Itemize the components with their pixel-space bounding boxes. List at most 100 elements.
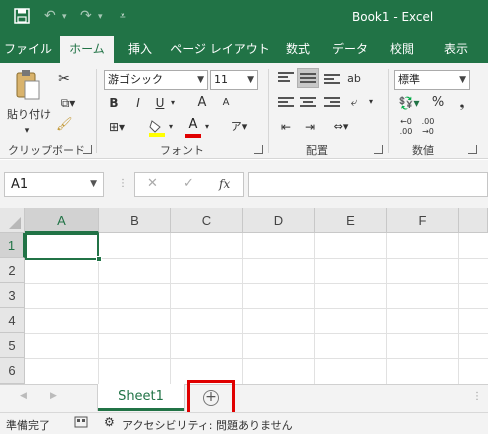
redo-icon[interactable]: ↷ bbox=[80, 8, 92, 24]
accessibility-icon[interactable]: ⚙ bbox=[104, 415, 115, 429]
row-header[interactable]: 4 bbox=[0, 308, 25, 333]
redo-dropdown-icon[interactable]: ▾ bbox=[98, 12, 103, 22]
align-bottom-icon[interactable] bbox=[324, 74, 340, 86]
font-color-swatch bbox=[185, 134, 201, 138]
font-name-combo[interactable]: 游ゴシック ▼ bbox=[104, 70, 208, 90]
select-all-button[interactable] bbox=[0, 208, 25, 233]
cancel-icon[interactable]: ✕ bbox=[147, 176, 158, 191]
column-header[interactable]: A bbox=[25, 208, 99, 233]
cut-icon[interactable]: ✂ bbox=[56, 69, 72, 89]
macro-record-icon[interactable] bbox=[74, 415, 88, 432]
align-left-icon[interactable] bbox=[278, 97, 294, 109]
orientation-icon[interactable]: ab bbox=[344, 69, 364, 89]
column-header[interactable]: B bbox=[99, 208, 171, 233]
undo-icon[interactable]: ↶ bbox=[44, 8, 56, 24]
bold-button[interactable]: B bbox=[106, 93, 122, 113]
more-options-icon[interactable]: ⋮ bbox=[472, 391, 482, 402]
copy-icon[interactable]: ⧉▾ bbox=[56, 93, 80, 113]
phonetic-button[interactable]: ア▾ bbox=[228, 117, 250, 137]
clipboard-launcher-icon[interactable] bbox=[83, 145, 92, 154]
format-painter-icon[interactable]: 🖌 bbox=[56, 115, 73, 135]
font-name-value: 游ゴシック bbox=[108, 73, 163, 86]
paste-icon[interactable] bbox=[14, 69, 42, 103]
sheet-tab-bar: ◀ ▶ Sheet1 + ⋮ bbox=[0, 380, 488, 416]
tab-home[interactable]: ホーム bbox=[60, 36, 114, 63]
increase-decimal-icon[interactable]: ←0.00 bbox=[396, 117, 416, 137]
column-header[interactable]: C bbox=[171, 208, 243, 233]
scroll-left-icon[interactable]: ◀ bbox=[20, 391, 27, 401]
shrink-font-button[interactable]: A bbox=[218, 93, 234, 113]
active-cell[interactable] bbox=[25, 233, 99, 260]
underline-dropdown-icon[interactable]: ▾ bbox=[168, 93, 178, 113]
chevron-down-icon: ▼ bbox=[247, 75, 254, 85]
number-format-combo[interactable]: 標準 ▼ bbox=[394, 70, 470, 90]
accounting-format-icon[interactable]: 💱▾ bbox=[396, 93, 422, 113]
title-bar: ↶ ▾ ↷ ▾ ⩡ Book1 - Excel bbox=[0, 0, 488, 36]
customize-qat-icon[interactable]: ⩡ bbox=[120, 11, 126, 22]
font-color-dropdown-icon[interactable]: ▾ bbox=[202, 117, 212, 137]
decrease-decimal-icon[interactable]: .00 →0 bbox=[418, 117, 438, 137]
insert-function-icon[interactable]: fx bbox=[219, 177, 230, 191]
fill-handle[interactable] bbox=[96, 256, 102, 262]
tab-page-layout[interactable]: ページ レイアウト bbox=[170, 36, 270, 63]
italic-button[interactable]: I bbox=[130, 93, 146, 113]
tab-file[interactable]: ファイル bbox=[4, 36, 52, 63]
font-color-letter: A bbox=[188, 117, 198, 132]
underline-button[interactable]: U bbox=[152, 93, 168, 113]
accessibility-status[interactable]: アクセシビリティ: 問題ありません bbox=[122, 417, 293, 433]
number-group-label: 数値 bbox=[412, 144, 434, 157]
sheet-tab-sheet1[interactable]: Sheet1 bbox=[98, 384, 184, 411]
formula-input[interactable] bbox=[248, 172, 488, 197]
merge-center-icon[interactable]: ⇔▾ bbox=[326, 117, 356, 137]
column-header[interactable]: E bbox=[315, 208, 387, 233]
name-box-value: A1 bbox=[11, 177, 29, 192]
row-header[interactable]: 5 bbox=[0, 333, 25, 358]
font-launcher-icon[interactable] bbox=[254, 145, 263, 154]
borders-icon[interactable]: ⊞▾ bbox=[106, 117, 128, 137]
tab-insert[interactable]: 挿入 bbox=[120, 36, 160, 63]
enter-icon[interactable]: ✓ bbox=[183, 176, 194, 191]
align-center-icon[interactable] bbox=[300, 97, 316, 109]
font-color-button[interactable]: A bbox=[184, 117, 202, 139]
undo-dropdown-icon[interactable]: ▾ bbox=[62, 12, 67, 22]
tab-data[interactable]: データ bbox=[326, 36, 374, 63]
column-header[interactable]: D bbox=[243, 208, 315, 233]
grow-font-button[interactable]: A bbox=[194, 93, 210, 113]
font-size-combo[interactable]: 11 ▼ bbox=[210, 70, 258, 90]
row-header[interactable]: 3 bbox=[0, 283, 25, 308]
tab-review[interactable]: 校閲 bbox=[382, 36, 422, 63]
more-options-icon[interactable]: ⋮ bbox=[118, 178, 128, 189]
column-header[interactable]: F bbox=[387, 208, 459, 233]
chevron-down-icon[interactable]: ▼ bbox=[90, 173, 97, 196]
alignment-launcher-icon[interactable] bbox=[374, 145, 383, 154]
add-sheet-button[interactable]: + bbox=[203, 390, 219, 406]
wrap-dropdown-icon[interactable]: ▾ bbox=[366, 92, 376, 112]
gridline bbox=[25, 333, 488, 334]
save-icon[interactable] bbox=[14, 8, 30, 28]
paste-dropdown-icon[interactable]: ▾ bbox=[12, 121, 42, 141]
formula-buttons: ✕ ✓ fx bbox=[134, 172, 244, 197]
chevron-down-icon: ▼ bbox=[197, 75, 204, 85]
phonetic-label: ア bbox=[230, 120, 242, 133]
scroll-right-icon[interactable]: ▶ bbox=[50, 391, 57, 401]
row-header[interactable]: 6 bbox=[0, 358, 25, 384]
percent-button[interactable]: % bbox=[430, 93, 446, 113]
name-box[interactable]: A1 ▼ bbox=[4, 172, 104, 197]
align-right-icon[interactable] bbox=[324, 97, 340, 109]
chevron-down-icon: ▼ bbox=[459, 75, 466, 85]
fill-color-dropdown-icon[interactable]: ▾ bbox=[166, 117, 176, 137]
group-separator bbox=[268, 69, 269, 153]
tab-view[interactable]: 表示 bbox=[432, 36, 480, 63]
fill-color-icon[interactable] bbox=[148, 119, 166, 137]
increase-indent-icon[interactable]: ⇥ bbox=[300, 117, 320, 137]
row-header[interactable]: 2 bbox=[0, 258, 25, 283]
tab-formulas[interactable]: 数式 bbox=[278, 36, 318, 63]
column-header[interactable] bbox=[459, 208, 488, 233]
font-group-label: フォント bbox=[160, 144, 204, 157]
wrap-text-icon[interactable]: ⤶ bbox=[344, 92, 364, 112]
comma-style-icon[interactable]: ❟ bbox=[454, 93, 470, 113]
row-header[interactable]: 1 bbox=[0, 233, 25, 258]
number-launcher-icon[interactable] bbox=[468, 145, 477, 154]
align-top-icon[interactable] bbox=[278, 72, 294, 84]
decrease-indent-icon[interactable]: ⇤ bbox=[276, 117, 296, 137]
